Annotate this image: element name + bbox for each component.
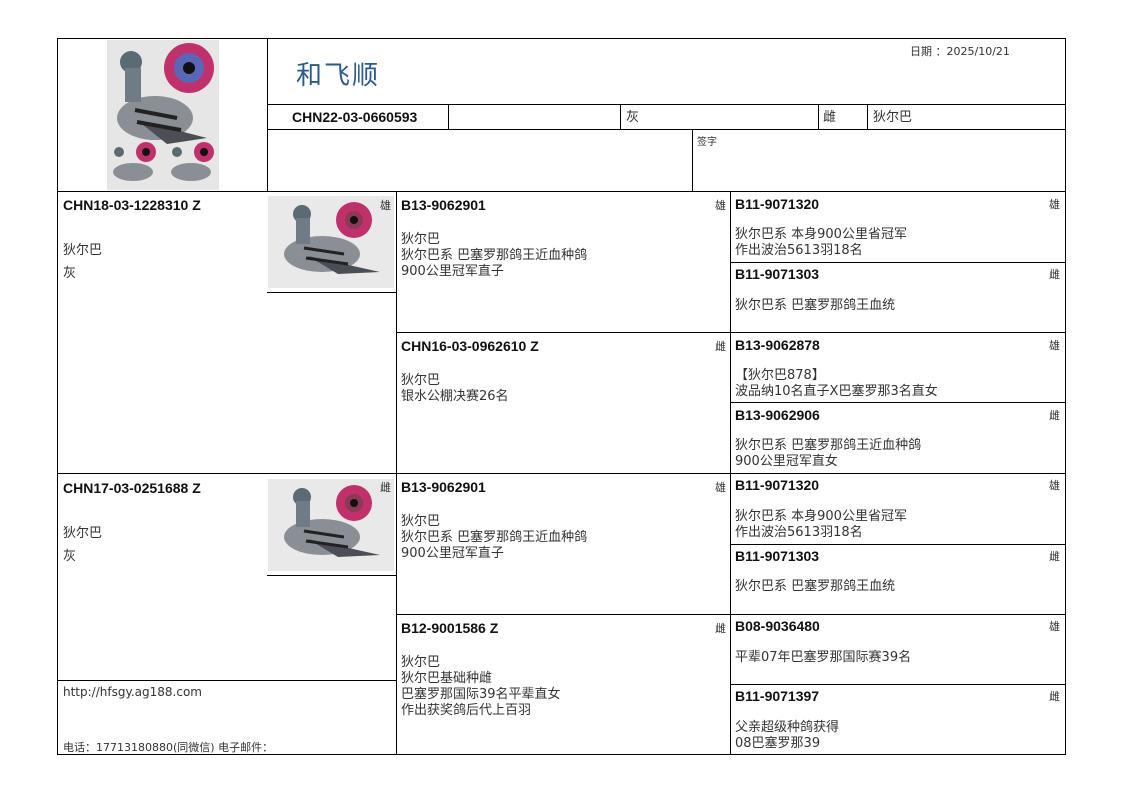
- g3-line: 平辈07年巴塞罗那国际赛39名: [735, 650, 912, 665]
- divider: [57, 680, 396, 681]
- g2-sex: 雌: [715, 340, 726, 353]
- g3-sex: 雌: [1049, 550, 1060, 563]
- sire-strain: 狄尔巴: [63, 243, 103, 258]
- divider: [396, 614, 1066, 615]
- divider: [57, 473, 1066, 474]
- g2-line: 900公里冠军直子: [401, 264, 504, 279]
- g3-ring-number: B11-9071320: [735, 477, 820, 493]
- g2-line: 狄尔巴基础种雌: [401, 671, 493, 686]
- dam-photo: [268, 479, 394, 571]
- g3-ring-number: B11-9071303: [735, 266, 820, 282]
- g3-ring-number: B13-9062878: [735, 337, 820, 353]
- g3-line: 作出波治5613羽18名: [735, 243, 863, 258]
- sire-sex: 雄: [380, 199, 391, 212]
- g3-ring-number: B13-9062906: [735, 407, 820, 423]
- g2-line: 狄尔巴: [401, 514, 441, 529]
- g2-sex: 雌: [715, 622, 726, 635]
- g2-line: 作出获奖鸽后代上百羽: [401, 703, 532, 718]
- divider: [267, 129, 1066, 130]
- g3-line: 父亲超级种鸽获得: [735, 720, 840, 735]
- divider: [448, 104, 449, 129]
- dam-color: 灰: [63, 549, 77, 564]
- divider: [57, 191, 1066, 192]
- divider: [620, 104, 621, 129]
- g3-sex: 雄: [1049, 620, 1060, 633]
- date-label: 日期 ：2025/10/21: [910, 45, 1010, 58]
- pigeon-photo-icon: [284, 485, 380, 557]
- g2-line: 巴塞罗那国际39名平辈直女: [401, 687, 561, 702]
- g2-line: 狄尔巴系 巴塞罗那鸽王近血种鸽: [401, 248, 588, 263]
- g2-ring-number: CHN16-03-0962610 Z: [401, 338, 539, 354]
- divider: [730, 544, 1066, 545]
- divider: [730, 262, 1066, 263]
- divider: [730, 684, 1066, 685]
- dam-sex: 雌: [380, 481, 391, 494]
- g3-line: 狄尔巴系 巴塞罗那鸽王血统: [735, 579, 896, 594]
- g2-ring-number: B13-9062901: [401, 479, 486, 495]
- g2-line: 狄尔巴: [401, 655, 441, 670]
- g3-ring-number: B11-9071397: [735, 688, 820, 704]
- owner-name: 和飞顺: [296, 61, 381, 91]
- g3-line: 作出波治5613羽18名: [735, 525, 863, 540]
- main-photo: [107, 40, 219, 190]
- divider: [818, 104, 819, 129]
- g3-line: 08巴塞罗那39: [735, 736, 821, 751]
- divider: [867, 104, 868, 129]
- g2-sex: 雄: [715, 481, 726, 494]
- g2-line: 狄尔巴: [401, 232, 441, 247]
- sire-photo: [268, 196, 394, 288]
- g3-sex: 雄: [1049, 339, 1060, 352]
- contact-info: 电话：17713180880(同微信) 电子邮件：: [63, 741, 274, 754]
- sire-ring-number: CHN18-03-1228310 Z: [63, 197, 201, 213]
- divider: [267, 292, 396, 293]
- g3-ring-number: B11-9071320: [735, 196, 820, 212]
- dam-ring-number: CHN17-03-0251688 Z: [63, 480, 201, 496]
- sire-color: 灰: [63, 266, 77, 281]
- g2-line: 银水公棚决赛26名: [401, 389, 509, 404]
- sign-label: 签字: [697, 137, 717, 148]
- g2-line: 狄尔巴: [401, 373, 441, 388]
- dam-strain: 狄尔巴: [63, 526, 103, 541]
- divider: [692, 129, 693, 191]
- g2-ring-number: B12-9001586 Z: [401, 620, 499, 636]
- g3-sex: 雌: [1049, 690, 1060, 703]
- pigeon-photo-icon: [284, 202, 380, 274]
- g3-line: 狄尔巴系 巴塞罗那鸽王近血种鸽: [735, 438, 922, 453]
- g3-ring-number: B08-9036480: [735, 618, 820, 634]
- g2-ring-number: B13-9062901: [401, 197, 486, 213]
- main-strain: 狄尔巴: [873, 110, 913, 125]
- g3-sex: 雄: [1049, 198, 1060, 211]
- divider: [396, 332, 1066, 333]
- website-link[interactable]: http://hfsgy.ag188.com: [63, 685, 202, 699]
- main-ring-number: CHN22-03-0660593: [292, 109, 418, 125]
- divider: [267, 38, 268, 191]
- g2-line: 狄尔巴系 巴塞罗那鸽王近血种鸽: [401, 530, 588, 545]
- g3-line: 900公里冠军直女: [735, 454, 838, 469]
- g3-sex: 雌: [1049, 409, 1060, 422]
- g3-line: 狄尔巴系 本身900公里省冠军: [735, 509, 907, 524]
- g3-line: 【狄尔巴878】: [735, 368, 825, 383]
- g3-sex: 雄: [1049, 479, 1060, 492]
- g3-line: 狄尔巴系 巴塞罗那鸽王血统: [735, 298, 896, 313]
- g3-line: 波品纳10名直子X巴塞罗那3名直女: [735, 384, 938, 399]
- g2-line: 900公里冠军直子: [401, 546, 504, 561]
- main-sex-label: 雌: [823, 110, 837, 125]
- main-color: 灰: [626, 110, 640, 125]
- g3-line: 狄尔巴系 本身900公里省冠军: [735, 227, 907, 242]
- g2-sex: 雄: [715, 199, 726, 212]
- g3-ring-number: B11-9071303: [735, 548, 820, 564]
- divider: [267, 575, 396, 576]
- divider: [730, 402, 1066, 403]
- g3-sex: 雌: [1049, 268, 1060, 281]
- pigeon-photo-icon: [113, 43, 214, 181]
- divider: [267, 104, 1066, 105]
